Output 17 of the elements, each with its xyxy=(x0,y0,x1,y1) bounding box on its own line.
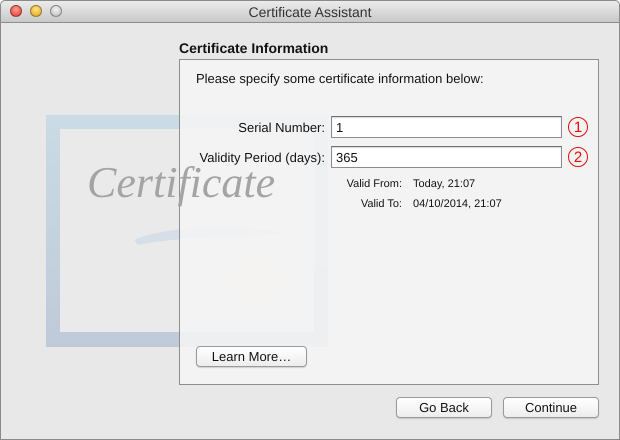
date-value: 04/10/2014, 21:07 xyxy=(413,198,503,210)
close-button[interactable] xyxy=(10,5,22,17)
nav-button[interactable]: Continue xyxy=(503,397,599,418)
instruction-text: Please specify some certificate information below: xyxy=(196,71,485,86)
date-value: Today, 21:07 xyxy=(413,178,476,190)
date-label: Valid From: xyxy=(346,178,402,190)
learn-more-button[interactable]: Learn More… xyxy=(196,346,307,367)
date-label: Valid To: xyxy=(360,198,402,210)
input-field[interactable]: 365 xyxy=(331,146,562,168)
section-heading: Certificate Information xyxy=(179,40,330,56)
nav-button[interactable]: Go Back xyxy=(396,397,492,418)
callout-number: 2 xyxy=(568,147,588,167)
window-title: Certificate Assistant xyxy=(248,4,372,20)
callout-number: 1 xyxy=(568,117,588,137)
minimize-button[interactable] xyxy=(30,5,42,17)
field-label: Serial Number: xyxy=(237,120,325,134)
input-field[interactable]: 1 xyxy=(331,116,562,138)
